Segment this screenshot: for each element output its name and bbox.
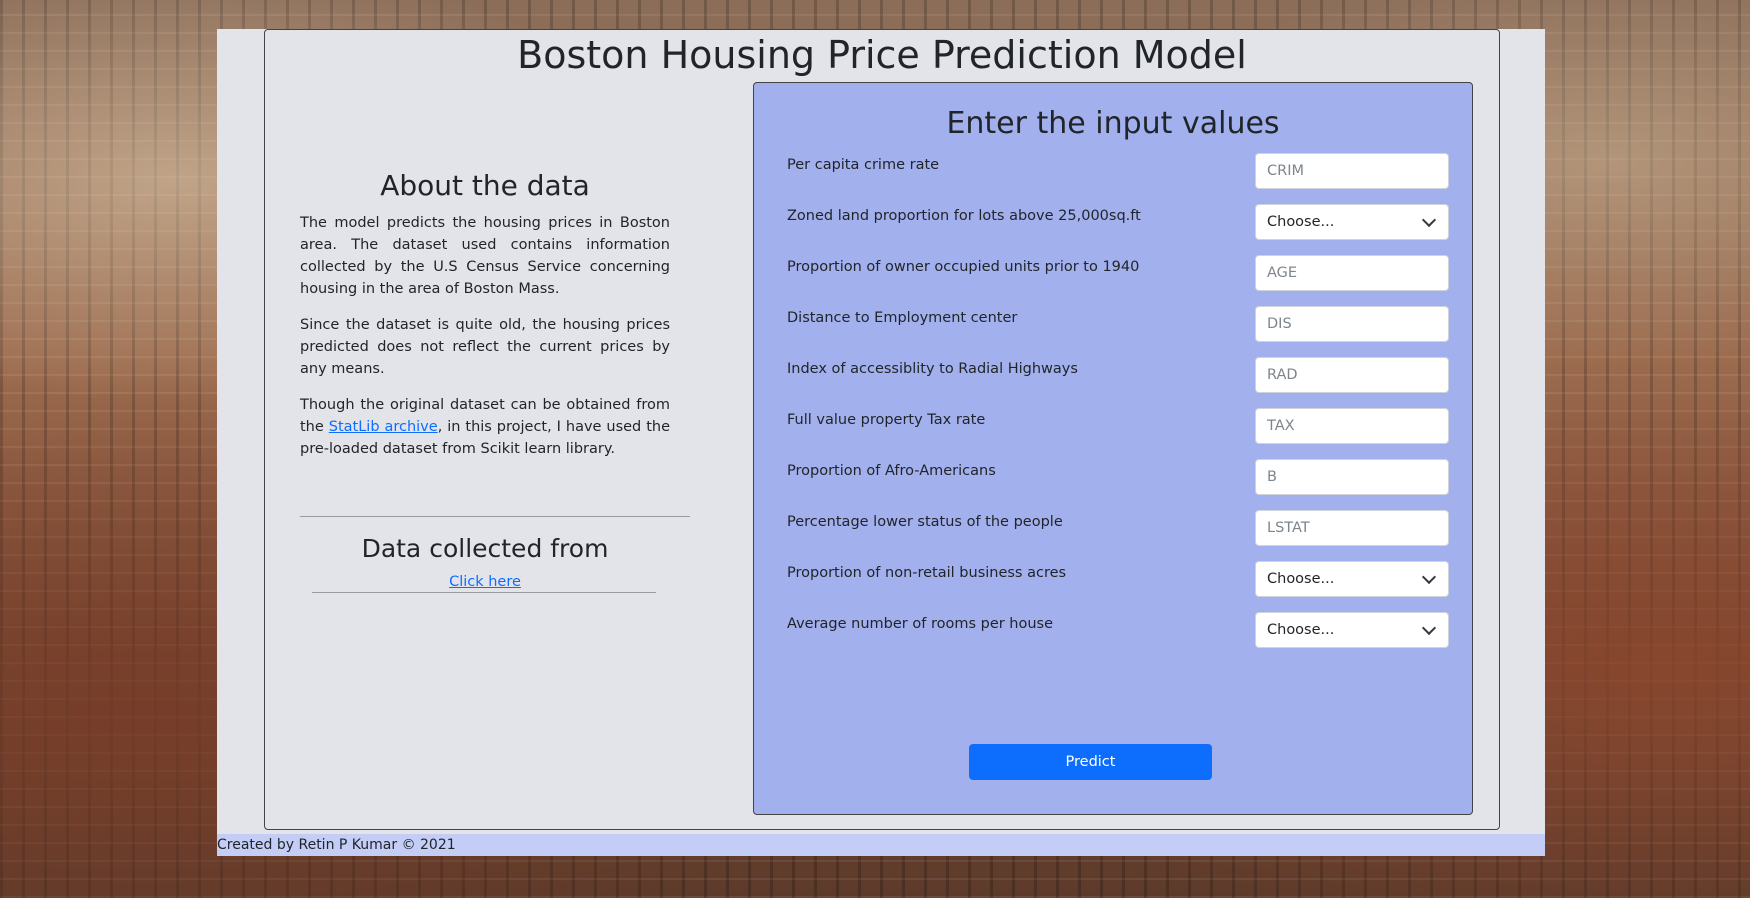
data-source-section: Data collected from Click here (300, 532, 670, 590)
about-paragraph-3: Though the original dataset can be obtai… (300, 394, 670, 460)
field-label: Proportion of non-retail business acres (787, 565, 1067, 581)
about-paragraph-2: Since the dataset is quite old, the hous… (300, 317, 670, 377)
rm-select[interactable]: Choose... (1255, 612, 1449, 648)
field-row-lstat: Percentage lower status of the people (787, 510, 1449, 546)
field-label: Zoned land proportion for lots above 25,… (787, 208, 1141, 224)
field-row-zn: Zoned land proportion for lots above 25,… (787, 204, 1449, 240)
field-label: Average number of rooms per house (787, 616, 1054, 632)
input-form-panel: Enter the input values Per capita crime … (753, 82, 1473, 815)
field-row-tax: Full value property Tax rate (787, 408, 1449, 444)
field-row-indus: Proportion of non-retail business acres … (787, 561, 1449, 597)
field-label: Proportion of owner occupied units prior… (787, 259, 1140, 275)
field-row-crim: Per capita crime rate (787, 153, 1449, 189)
field-label: Percentage lower status of the people (787, 514, 1063, 530)
tax-input[interactable] (1255, 408, 1449, 444)
age-input[interactable] (1255, 255, 1449, 291)
select-value: Choose... (1267, 571, 1335, 587)
field-label: Full value property Tax rate (787, 412, 986, 428)
section-divider (300, 516, 690, 517)
about-heading: About the data (380, 169, 590, 202)
chevron-down-icon (1421, 620, 1437, 635)
predict-button[interactable]: Predict (969, 744, 1212, 780)
field-label: Index of accessiblity to Radial Highways (787, 361, 1078, 377)
field-row-b: Proportion of Afro-Americans (787, 459, 1449, 495)
field-row-age: Proportion of owner occupied units prior… (787, 255, 1449, 291)
page-title: Boston Housing Price Prediction Model (517, 33, 1247, 77)
data-source-heading: Data collected from (361, 534, 609, 563)
b-input[interactable] (1255, 459, 1449, 495)
footer-credit: Created by Retin P Kumar © 2021 (217, 834, 1545, 856)
chevron-down-icon (1421, 569, 1437, 584)
indus-select[interactable]: Choose... (1255, 561, 1449, 597)
zn-select[interactable]: Choose... (1255, 204, 1449, 240)
rad-input[interactable] (1255, 357, 1449, 393)
statlib-archive-link[interactable]: StatLib archive (329, 419, 438, 435)
field-label: Proportion of Afro-Americans (787, 463, 996, 479)
select-value: Choose... (1267, 214, 1335, 230)
source-divider (312, 592, 656, 593)
lstat-input[interactable] (1255, 510, 1449, 546)
field-row-rm: Average number of rooms per house Choose… (787, 612, 1449, 648)
about-paragraph-1: The model predicts the housing prices in… (300, 215, 670, 297)
field-row-rad: Index of accessiblity to Radial Highways (787, 357, 1449, 393)
dis-input[interactable] (1255, 306, 1449, 342)
form-heading: Enter the input values (946, 106, 1280, 141)
crim-input[interactable] (1255, 153, 1449, 189)
data-source-link[interactable]: Click here (449, 574, 521, 590)
field-label: Distance to Employment center (787, 310, 1018, 326)
field-label: Per capita crime rate (787, 157, 940, 173)
field-row-dis: Distance to Employment center (787, 306, 1449, 342)
select-value: Choose... (1267, 622, 1335, 638)
about-section: About the data The model predicts the ho… (300, 168, 670, 474)
chevron-down-icon (1421, 212, 1437, 227)
